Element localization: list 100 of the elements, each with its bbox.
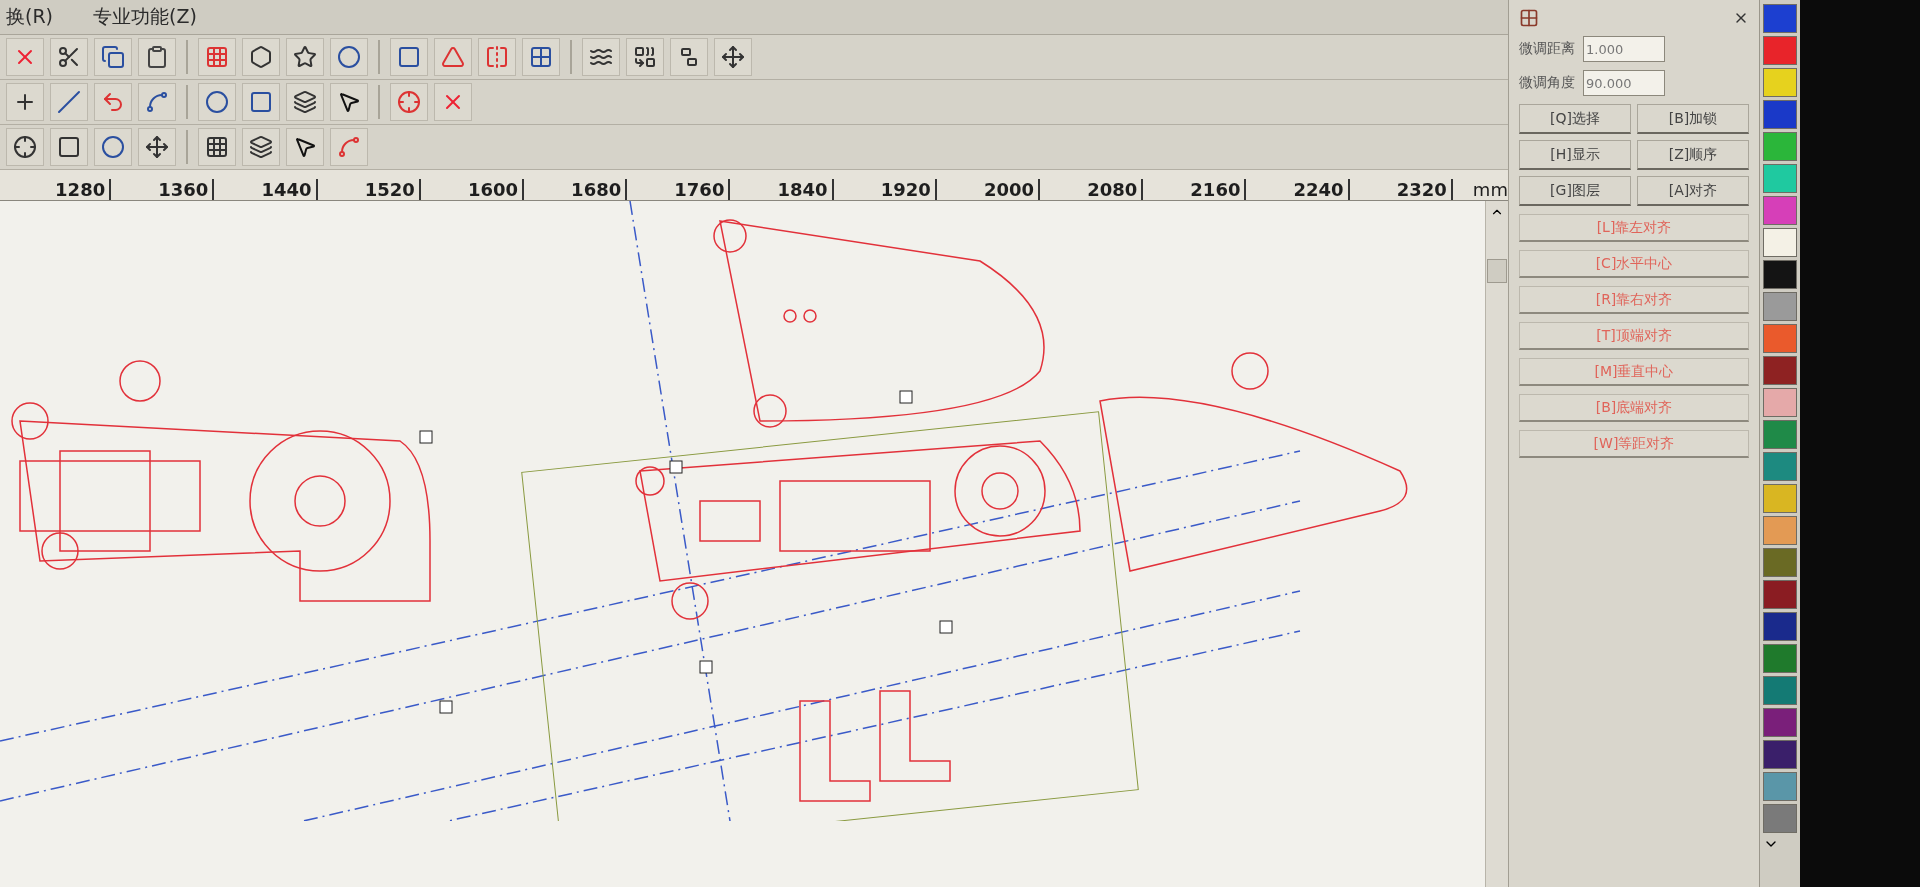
input-field[interactable]: 1.000 bbox=[1583, 36, 1665, 62]
vertical-scrollbar[interactable] bbox=[1485, 201, 1508, 887]
panel-button[interactable]: [G]图层 bbox=[1519, 176, 1631, 206]
pointer-tool-button[interactable] bbox=[286, 128, 324, 166]
color-swatch[interactable] bbox=[1763, 676, 1797, 705]
pointer-tool-button[interactable] bbox=[330, 83, 368, 121]
grid-icon bbox=[205, 135, 229, 159]
circle-icon bbox=[337, 45, 361, 69]
color-swatch[interactable] bbox=[1763, 516, 1797, 545]
undo-arc-tool-button[interactable] bbox=[94, 83, 132, 121]
color-swatch[interactable] bbox=[1763, 132, 1797, 161]
color-swatch[interactable] bbox=[1763, 772, 1797, 801]
align-button[interactable]: [M]垂直中心 bbox=[1519, 358, 1749, 386]
move-icon bbox=[145, 135, 169, 159]
color-swatch[interactable] bbox=[1763, 4, 1797, 33]
clipboard-tool-button[interactable] bbox=[138, 38, 176, 76]
layers-tool-button[interactable] bbox=[242, 128, 280, 166]
circle-tool-button[interactable] bbox=[94, 128, 132, 166]
align-button[interactable]: [L]靠左对齐 bbox=[1519, 214, 1749, 242]
input-field[interactable]: 90.000 bbox=[1583, 70, 1665, 96]
undo-arc-icon bbox=[101, 90, 125, 114]
color-swatch[interactable] bbox=[1763, 580, 1797, 609]
align-button[interactable]: [T]顶端对齐 bbox=[1519, 322, 1749, 350]
panel-button[interactable]: [Q]选择 bbox=[1519, 104, 1631, 134]
move-tool-button[interactable] bbox=[714, 38, 752, 76]
spline-icon bbox=[145, 90, 169, 114]
square-tool-button[interactable] bbox=[50, 128, 88, 166]
flip-icon bbox=[485, 45, 509, 69]
color-swatch[interactable] bbox=[1763, 612, 1797, 641]
flip-tool-button[interactable] bbox=[478, 38, 516, 76]
selection-handle[interactable] bbox=[939, 620, 953, 634]
scroll-thumb[interactable] bbox=[1487, 259, 1507, 283]
panel-button[interactable]: [B]加锁 bbox=[1637, 104, 1749, 134]
ruler-unit: mm bbox=[1472, 179, 1508, 200]
menu-item[interactable]: 换(R) bbox=[6, 4, 54, 30]
star-icon bbox=[293, 45, 317, 69]
triangle-tool-button[interactable] bbox=[434, 38, 472, 76]
scissors-tool-button[interactable] bbox=[50, 38, 88, 76]
panel-button[interactable]: [A]对齐 bbox=[1637, 176, 1749, 206]
color-swatch[interactable] bbox=[1763, 228, 1797, 257]
color-swatch[interactable] bbox=[1763, 68, 1797, 97]
circle-tool-button[interactable] bbox=[198, 83, 236, 121]
align-button[interactable]: [R]靠右对齐 bbox=[1519, 286, 1749, 314]
square-tool-button[interactable] bbox=[390, 38, 428, 76]
copy-tool-button[interactable] bbox=[94, 38, 132, 76]
color-swatch[interactable] bbox=[1763, 804, 1797, 833]
color-swatch[interactable] bbox=[1763, 100, 1797, 129]
selection-handle[interactable] bbox=[439, 700, 453, 714]
align-button[interactable]: [C]水平中心 bbox=[1519, 250, 1749, 278]
spline-tool-button[interactable] bbox=[330, 128, 368, 166]
grid-tool-button[interactable] bbox=[198, 128, 236, 166]
line-tool-button[interactable] bbox=[50, 83, 88, 121]
color-swatch[interactable] bbox=[1763, 324, 1797, 353]
selection-handle[interactable] bbox=[899, 390, 913, 404]
crosshair-tool-button[interactable] bbox=[6, 128, 44, 166]
delete-tool-button[interactable] bbox=[434, 83, 472, 121]
triangle-icon bbox=[441, 45, 465, 69]
delete-tool-button[interactable] bbox=[6, 38, 44, 76]
menu-item[interactable]: 专业功能(Z) bbox=[93, 4, 197, 30]
color-swatch[interactable] bbox=[1763, 292, 1797, 321]
square-tool-button[interactable] bbox=[242, 83, 280, 121]
color-swatch[interactable] bbox=[1763, 196, 1797, 225]
hexagon-tool-button[interactable] bbox=[242, 38, 280, 76]
copy-icon bbox=[101, 45, 125, 69]
layers-tool-button[interactable] bbox=[286, 83, 324, 121]
selection-handle[interactable] bbox=[699, 660, 713, 674]
panel-button[interactable]: [H]显示 bbox=[1519, 140, 1631, 170]
panel-icon bbox=[1519, 8, 1539, 28]
spline-tool-button[interactable] bbox=[138, 83, 176, 121]
color-swatch[interactable] bbox=[1763, 260, 1797, 289]
color-swatch[interactable] bbox=[1763, 452, 1797, 481]
crosshair-icon bbox=[13, 135, 37, 159]
color-swatch[interactable] bbox=[1763, 708, 1797, 737]
selection-handle[interactable] bbox=[419, 430, 433, 444]
square-icon bbox=[397, 45, 421, 69]
crosshair-icon bbox=[397, 90, 421, 114]
grid-icon bbox=[205, 45, 229, 69]
color-swatch[interactable] bbox=[1763, 164, 1797, 193]
color-swatch[interactable] bbox=[1763, 548, 1797, 577]
color-swatch[interactable] bbox=[1763, 356, 1797, 385]
hexagon-icon bbox=[249, 45, 273, 69]
scissors-icon bbox=[57, 45, 81, 69]
color-swatch[interactable] bbox=[1763, 484, 1797, 513]
panel-button[interactable]: [Z]顺序 bbox=[1637, 140, 1749, 170]
color-swatch[interactable] bbox=[1763, 644, 1797, 673]
star-tool-button[interactable] bbox=[286, 38, 324, 76]
color-swatch[interactable] bbox=[1763, 740, 1797, 769]
plus-tool-button[interactable] bbox=[6, 83, 44, 121]
circle-icon bbox=[205, 90, 229, 114]
wave-tool-button[interactable] bbox=[582, 38, 620, 76]
color-swatch[interactable] bbox=[1763, 36, 1797, 65]
circle-icon bbox=[101, 135, 125, 159]
color-swatch[interactable] bbox=[1763, 420, 1797, 449]
circle-tool-button[interactable] bbox=[330, 38, 368, 76]
move-tool-button[interactable] bbox=[138, 128, 176, 166]
align-button[interactable]: [W]等距对齐 bbox=[1519, 430, 1749, 458]
selection-handle[interactable] bbox=[669, 460, 683, 474]
color-swatch[interactable] bbox=[1763, 388, 1797, 417]
line-icon bbox=[57, 90, 81, 114]
align-button[interactable]: [B]底端对齐 bbox=[1519, 394, 1749, 422]
